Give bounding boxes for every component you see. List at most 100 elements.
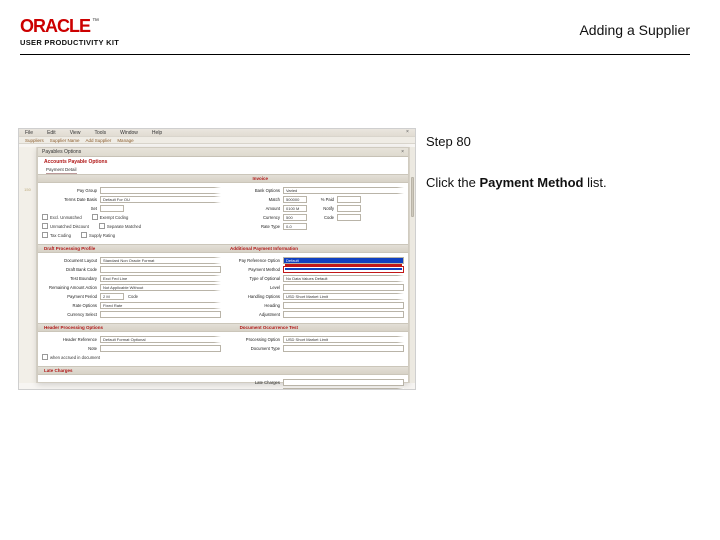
- menu-item[interactable]: Help: [152, 130, 162, 136]
- test-boundary-select[interactable]: Excl Fed Line: [100, 275, 221, 282]
- dialog-window: Payables Options × Accounts Payable Opti…: [37, 147, 409, 383]
- menu-item[interactable]: View: [70, 130, 81, 136]
- breadcrumb[interactable]: Add Supplier: [86, 138, 112, 142]
- remaining-amount-action-select[interactable]: Not Applicable Without: [100, 284, 221, 291]
- note-field[interactable]: [100, 345, 221, 352]
- menu-item[interactable]: Edit: [47, 130, 56, 136]
- currency-select-field[interactable]: [100, 311, 221, 318]
- breadcrumb[interactable]: Supplier Name: [50, 138, 80, 142]
- section-header-processing: Header Processing Options Document Occur…: [38, 323, 408, 332]
- menu-item[interactable]: File: [25, 130, 33, 136]
- checkbox[interactable]: [42, 214, 48, 220]
- label: Currency: [225, 215, 283, 220]
- label: Rate Options: [42, 303, 100, 308]
- label: Payment Method: [225, 267, 283, 272]
- checkbox[interactable]: [99, 223, 105, 229]
- pay-group-select[interactable]: [100, 187, 221, 194]
- label: Payment Period: [42, 294, 100, 299]
- breadcrumb[interactable]: Manage: [117, 138, 133, 142]
- checkbox[interactable]: [42, 223, 48, 229]
- menu-item[interactable]: Window: [120, 130, 138, 136]
- label: Bank Options: [225, 188, 283, 193]
- left-ruler: 150: [19, 147, 37, 383]
- late-charge-option-select[interactable]: USD Short Market Limit: [283, 388, 404, 391]
- scrollbar-thumb[interactable]: [411, 177, 414, 217]
- label: Processing Option: [225, 337, 283, 342]
- menu-item[interactable]: Tools: [94, 130, 106, 136]
- checkbox-label: Excl. Unmatched: [50, 215, 82, 220]
- notify-field[interactable]: [337, 205, 361, 212]
- label: Terms Date Basis: [42, 197, 100, 202]
- label: Pay Reference Option: [225, 258, 283, 263]
- section-title-left: Late Charges: [38, 368, 79, 373]
- label: Set: [42, 206, 100, 211]
- payment-method-select[interactable]: [283, 266, 404, 273]
- type-of-optional-select[interactable]: No Data Values Default: [283, 275, 404, 282]
- rate-type-field[interactable]: 0-0: [283, 223, 307, 230]
- label: Header Reference: [42, 337, 100, 342]
- breadcrumb-bar: Suppliers Supplier Name Add Supplier Man…: [19, 137, 415, 144]
- header-reference-select[interactable]: Default Format Optional: [100, 336, 221, 343]
- processing-option-select[interactable]: USD Short Market Limit: [283, 336, 404, 343]
- close-icon[interactable]: ×: [406, 130, 411, 135]
- section-header-general: Invoice: [38, 174, 408, 183]
- label: Code: [307, 215, 337, 220]
- checkbox-label: Supply Rating: [89, 233, 115, 238]
- checkbox-label: Unmatched Discount: [50, 224, 89, 229]
- pct-paid-field[interactable]: [337, 196, 361, 203]
- checkbox[interactable]: [42, 354, 48, 360]
- handling-options-select[interactable]: USD Short Market Limit: [283, 293, 404, 300]
- pay-reference-option-field[interactable]: Default: [283, 257, 404, 264]
- logo-trademark: ™: [92, 18, 99, 25]
- label: Document Type: [225, 346, 283, 351]
- dialog-close-icon[interactable]: ×: [401, 149, 404, 155]
- app-menubar: File Edit View Tools Window Help: [19, 129, 415, 137]
- document-type-field[interactable]: [283, 345, 404, 352]
- instruction-suffix: list.: [583, 175, 606, 190]
- label: Notify: [307, 206, 337, 211]
- code-field[interactable]: [337, 214, 361, 221]
- label: Late Charges: [225, 380, 283, 385]
- checkbox[interactable]: [81, 232, 87, 238]
- rate-options-select[interactable]: Fixed Rate: [100, 302, 221, 309]
- currency-field[interactable]: 500: [283, 214, 307, 221]
- header-divider: [20, 54, 690, 55]
- label: Type of Optional: [225, 276, 283, 281]
- terms-date-basis-select[interactable]: Default For OU: [100, 196, 221, 203]
- checkbox[interactable]: [42, 232, 48, 238]
- tab-payment-detail[interactable]: Payment Detail: [46, 167, 77, 174]
- section-header-draft: Draft Processing Profile Additional Paym…: [38, 244, 408, 253]
- set-field[interactable]: [100, 205, 124, 212]
- late-charges-field[interactable]: [283, 379, 404, 386]
- dialog-titlebar: Payables Options ×: [38, 148, 408, 157]
- section-title-right: Document Occurrence Test: [240, 325, 298, 330]
- level-field[interactable]: [283, 284, 404, 291]
- step-instruction: Click the Payment Method list.: [426, 175, 686, 192]
- label: Late Charge Option: [225, 389, 283, 391]
- checkbox[interactable]: [92, 214, 98, 220]
- label: Handling Options: [225, 294, 283, 299]
- document-layout-select[interactable]: Standard Non Oracle Format: [100, 257, 221, 264]
- checkbox-label: Tax Coding: [50, 233, 71, 238]
- amount-field[interactable]: 0100 M: [283, 205, 307, 212]
- match-field[interactable]: 500000: [283, 196, 307, 203]
- label: Draft Bank Code: [42, 267, 100, 272]
- draft-bank-code-field[interactable]: [100, 266, 221, 273]
- logo-wordmark: ORACLE: [20, 16, 90, 37]
- dialog-title: Payables Options: [42, 149, 81, 155]
- instruction-target: Payment Method: [479, 175, 583, 190]
- breadcrumb[interactable]: Suppliers: [25, 138, 44, 142]
- adjustment-field[interactable]: [283, 311, 404, 318]
- label: Level: [225, 285, 283, 290]
- dialog-heading: Accounts Payable Options: [38, 157, 408, 167]
- section-title-right: Additional Payment Information: [230, 246, 298, 251]
- bank-options-select[interactable]: Varied: [283, 187, 404, 194]
- label: Document Layout: [42, 258, 100, 263]
- vertical-scrollbar[interactable]: [409, 147, 415, 383]
- section-title-left: Draft Processing Profile: [38, 246, 101, 251]
- heading-field[interactable]: [283, 302, 404, 309]
- section-title-left: Header Processing Options: [38, 325, 109, 330]
- checkbox-label: Exempt Coding: [100, 215, 129, 220]
- checkbox-label: Separate Matched: [107, 224, 141, 229]
- payment-period-field[interactable]: 2 M: [100, 293, 124, 300]
